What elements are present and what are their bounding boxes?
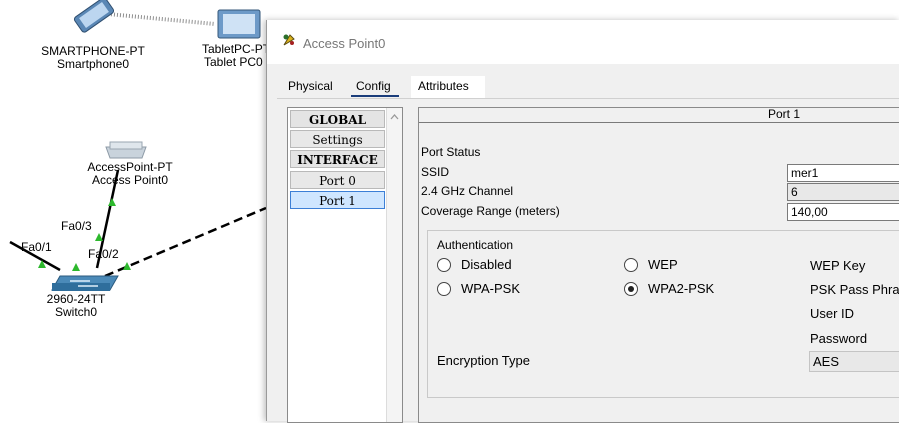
port-label-fa03: Fa0/3 <box>61 219 92 233</box>
ssid-input[interactable]: mer1 <box>787 164 899 182</box>
port-label-fa01: Fa0/1 <box>21 240 52 254</box>
radio-wpa2-psk-label[interactable]: WPA2-PSK <box>648 281 714 296</box>
tab-divider <box>277 98 899 99</box>
access-point-dialog: Access Point0 Physical Config Attributes… <box>266 20 899 423</box>
sidebar-item-port0[interactable]: Port 0 <box>290 171 385 189</box>
access-point-icon[interactable] <box>105 141 147 159</box>
user-id-label: User ID <box>810 306 855 321</box>
password-label: Password <box>810 331 868 346</box>
device-name: Tablet PC0 <box>204 55 263 69</box>
radio-wpa2-psk[interactable] <box>624 282 638 296</box>
encryption-type-select[interactable]: AES <box>809 351 899 372</box>
switch-icon[interactable] <box>51 275 119 291</box>
psk-pass-phrase-label: PSK Pass Phra <box>810 282 899 297</box>
tab-config[interactable]: Config <box>356 79 391 93</box>
tablet-label: TabletPC-PT Tablet PC0 <box>198 43 266 69</box>
config-sidebar: GLOBAL Settings INTERFACE Port 0 Port 1 <box>287 107 403 423</box>
radio-disabled-label[interactable]: Disabled <box>461 257 512 272</box>
access-point-label: AccessPoint-PT Access Point0 <box>70 161 190 187</box>
encryption-type-label: Encryption Type <box>437 353 530 368</box>
device-name: Switch0 <box>54 305 98 319</box>
radio-disabled[interactable] <box>437 258 451 272</box>
panel-header: Port 1 <box>419 107 899 123</box>
port-label-fa02: Fa0/2 <box>88 247 119 261</box>
sidebar-header-interface: INTERFACE <box>290 150 385 168</box>
scroll-up-icon[interactable] <box>387 110 402 125</box>
switch-label: 2960-24TT Switch0 <box>26 293 126 319</box>
coverage-range-input[interactable]: 140,00 <box>787 203 899 221</box>
cable-switch-dashed <box>104 206 267 278</box>
sidebar-scrollbar[interactable] <box>386 108 402 422</box>
authentication-title: Authentication <box>437 238 514 252</box>
dialog-title: Access Point0 <box>303 36 386 51</box>
smartphone-label: SMARTPHONE-PT Smartphone0 <box>33 45 153 71</box>
device-name: Access Point0 <box>91 173 169 187</box>
radio-wpa-psk-label[interactable]: WPA-PSK <box>461 281 520 296</box>
ssid-label: SSID <box>421 165 450 179</box>
tablet-icon[interactable] <box>217 9 261 39</box>
device-name: Smartphone0 <box>56 57 130 71</box>
tab-attributes[interactable]: Attributes <box>418 79 469 93</box>
smartphone-icon[interactable] <box>73 0 115 33</box>
active-tab-indicator <box>351 95 399 97</box>
port-config-panel: Port 1 Port Status SSID mer1 2.4 GHz Cha… <box>418 107 899 423</box>
link-status-indicator <box>72 263 80 271</box>
link-status-indicator <box>108 198 116 206</box>
port-status-label: Port Status <box>421 145 481 159</box>
authentication-group: Authentication Disabled WEP WEP Key WPA-… <box>427 230 899 398</box>
dialog-titlebar[interactable]: Access Point0 <box>267 20 899 64</box>
wep-key-label: WEP Key <box>810 258 866 273</box>
channel-select[interactable]: 6 <box>787 183 899 201</box>
sidebar-item-port1[interactable]: Port 1 <box>290 191 385 209</box>
sidebar-header-global: GLOBAL <box>290 110 385 128</box>
sidebar-item-settings[interactable]: Settings <box>290 130 385 148</box>
radio-wep-label[interactable]: WEP <box>648 257 678 272</box>
link-status-indicator <box>95 233 103 241</box>
radio-wpa-psk[interactable] <box>437 282 451 296</box>
app-icon <box>283 34 295 46</box>
tab-physical[interactable]: Physical <box>288 79 333 93</box>
link-status-indicator <box>123 262 131 270</box>
panel-title: Port 1 <box>768 107 801 121</box>
wireless-link <box>107 12 216 26</box>
radio-wep[interactable] <box>624 258 638 272</box>
channel-label: 2.4 GHz Channel <box>421 184 514 198</box>
coverage-label: Coverage Range (meters) <box>421 204 560 218</box>
